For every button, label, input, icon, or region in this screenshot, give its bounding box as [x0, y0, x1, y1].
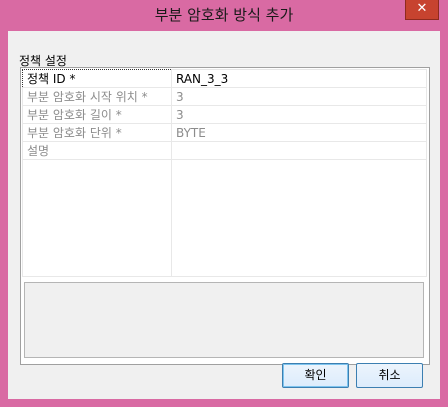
property-key: 설명 — [22, 141, 172, 160]
close-icon: ✕ — [416, 1, 428, 16]
property-panel: 정책 ID * RAN_3_3 부분 암호화 시작 위치 * 3 부분 암호화 … — [20, 67, 430, 365]
property-key: 부분 암호화 단위 * — [22, 123, 172, 142]
description-box — [24, 282, 424, 358]
property-row-unit[interactable]: 부분 암호화 단위 * BYTE — [22, 123, 427, 142]
property-grid-empty-area — [22, 159, 427, 277]
property-row-policy-id[interactable]: 정책 ID * RAN_3_3 — [22, 69, 427, 88]
property-value[interactable]: 3 — [171, 87, 427, 106]
property-key: 부분 암호화 시작 위치 * — [22, 87, 172, 106]
property-row-start-position[interactable]: 부분 암호화 시작 위치 * 3 — [22, 87, 427, 106]
property-row-length[interactable]: 부분 암호화 길이 * 3 — [22, 105, 427, 124]
dialog-window: 부분 암호화 방식 추가 ✕ 정책 설정 정책 ID * RAN_3_3 부분 … — [0, 0, 448, 407]
property-value[interactable]: RAN_3_3 — [171, 69, 427, 88]
property-grid: 정책 ID * RAN_3_3 부분 암호화 시작 위치 * 3 부분 암호화 … — [22, 69, 427, 277]
property-value[interactable] — [171, 141, 427, 160]
property-key: 정책 ID * — [22, 69, 172, 88]
title-bar[interactable]: 부분 암호화 방식 추가 ✕ — [0, 0, 448, 31]
window-title: 부분 암호화 방식 추가 — [154, 6, 294, 24]
property-key: 부분 암호화 길이 * — [22, 105, 172, 124]
dialog-client-area: 정책 설정 정책 ID * RAN_3_3 부분 암호화 시작 위치 * 3 부… — [8, 31, 440, 399]
property-value[interactable]: BYTE — [171, 123, 427, 142]
close-button[interactable]: ✕ — [405, 0, 439, 20]
property-value[interactable]: 3 — [171, 105, 427, 124]
property-row-description[interactable]: 설명 — [22, 141, 427, 160]
cancel-button[interactable]: 취소 — [356, 363, 423, 388]
ok-button[interactable]: 확인 — [282, 363, 349, 388]
